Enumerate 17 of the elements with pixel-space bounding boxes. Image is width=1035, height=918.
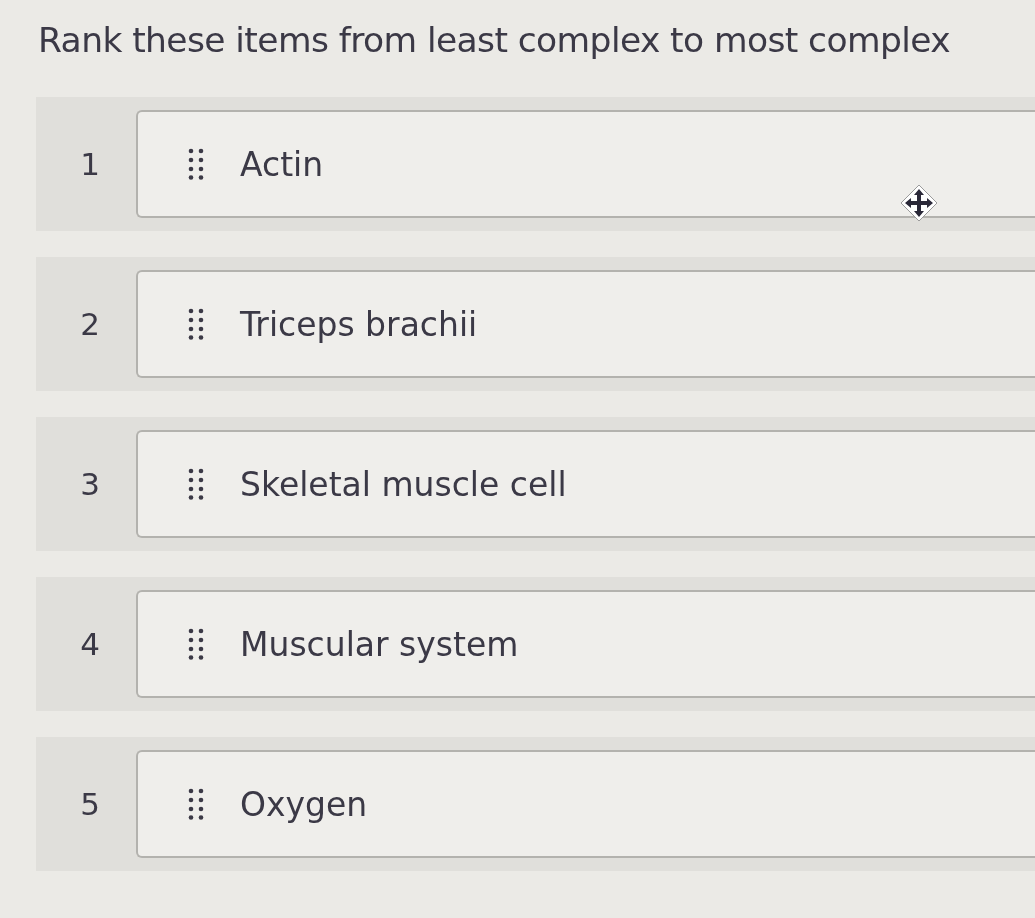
draggable-item[interactable]: Actin xyxy=(136,110,1035,218)
rank-number: 3 xyxy=(79,466,100,502)
drag-handle-icon xyxy=(188,308,204,340)
question-prompt: Rank these items from least complex to most complex xyxy=(38,19,952,62)
rank-number: 4 xyxy=(79,626,100,662)
rank-number: 5 xyxy=(79,786,100,822)
draggable-item[interactable]: Oxygen xyxy=(136,750,1035,858)
draggable-item[interactable]: Triceps brachii xyxy=(136,270,1035,378)
drag-handle-icon xyxy=(188,788,204,820)
rank-number: 2 xyxy=(79,306,100,342)
draggable-item[interactable]: Skeletal muscle cell xyxy=(136,430,1035,538)
drag-handle-icon xyxy=(188,628,204,660)
draggable-item[interactable]: Muscular system xyxy=(136,590,1035,698)
drag-handle-icon xyxy=(188,468,204,500)
move-cursor-icon xyxy=(900,184,938,222)
rank-number: 1 xyxy=(79,146,100,182)
drag-handle-icon xyxy=(188,148,204,180)
